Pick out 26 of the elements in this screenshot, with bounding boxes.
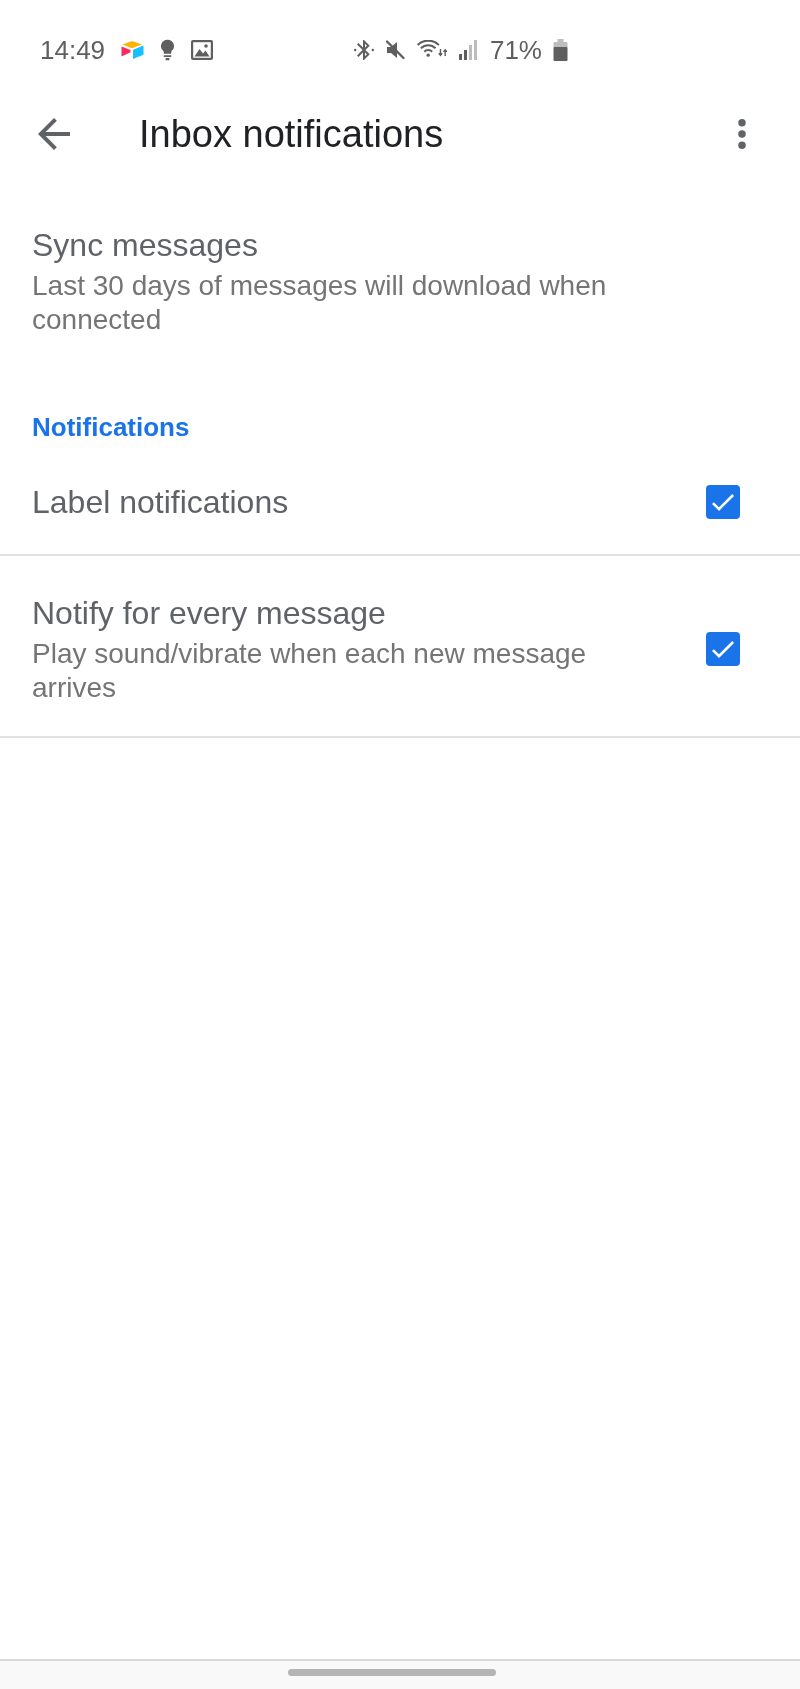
back-button[interactable]	[38, 118, 70, 150]
checkbox[interactable]	[706, 485, 740, 519]
status-time: 14:49	[40, 35, 106, 65]
signal-bars-icon	[458, 40, 479, 60]
muted-speaker-icon	[384, 40, 405, 60]
checkmark-icon	[712, 640, 734, 658]
back-arrow-icon	[38, 118, 70, 150]
battery-percent: 71%	[489, 35, 542, 65]
bluetooth-icon	[353, 38, 374, 62]
more-options-button[interactable]	[738, 119, 746, 149]
home-handle[interactable]	[288, 1669, 496, 1676]
checkbox[interactable]	[706, 632, 740, 666]
setting-title: Label notifications	[32, 483, 289, 522]
screen-title: Inbox notifications	[139, 112, 444, 157]
image-icon	[191, 40, 214, 60]
battery-icon	[553, 39, 568, 61]
more-options-icon	[738, 119, 746, 149]
lightbulb-icon	[160, 39, 176, 61]
checkmark-icon	[712, 493, 734, 511]
section-header: Notifications	[32, 411, 190, 444]
app-logo-icon	[121, 41, 145, 59]
setting-title: Notify for every message	[32, 594, 386, 633]
setting-summary: Last 30 days of messages will download when connected	[32, 269, 608, 337]
setting-summary: Play sound/vibrate when each new message arrives	[32, 637, 588, 705]
setting-title: Sync messages	[32, 226, 258, 265]
wifi-icon	[415, 40, 448, 60]
